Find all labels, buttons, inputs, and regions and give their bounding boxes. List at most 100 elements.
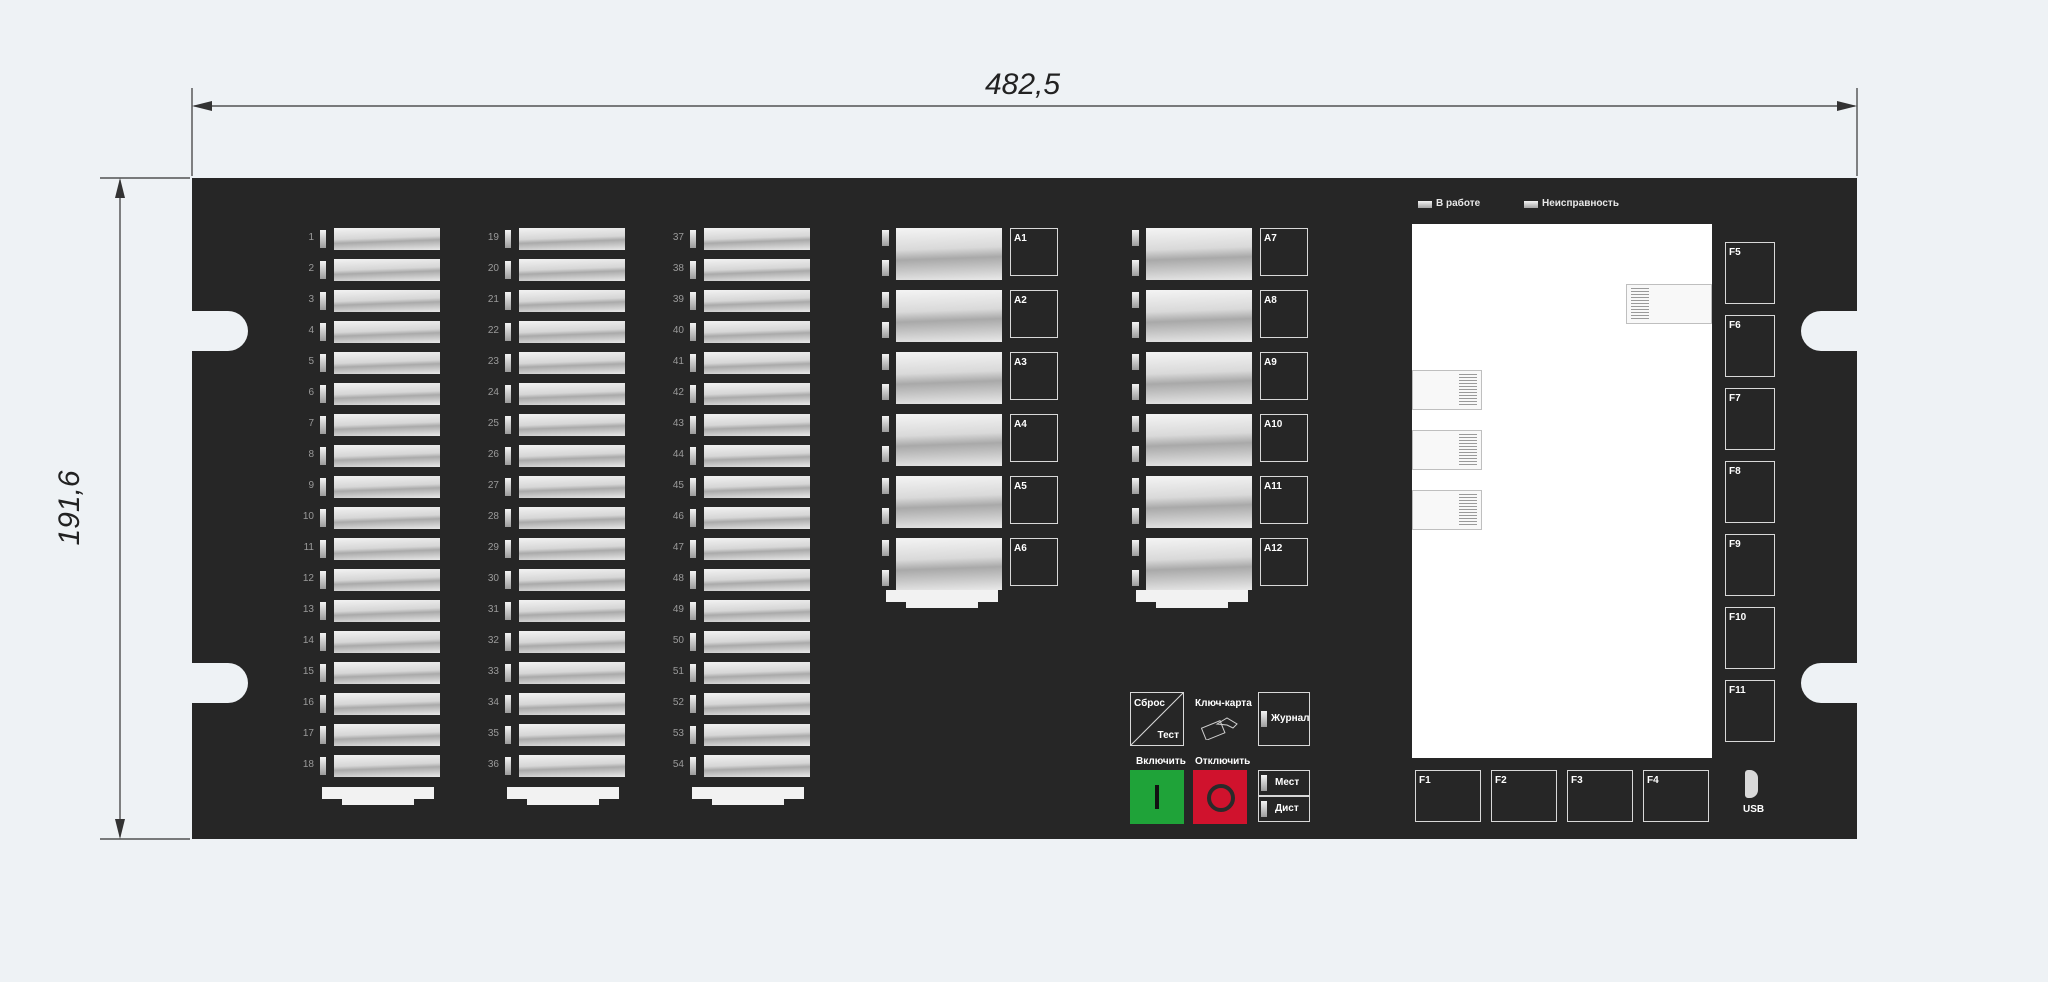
led-row: 50 <box>660 631 810 653</box>
indicator-led <box>320 292 326 310</box>
indicator-led <box>1132 540 1139 556</box>
function-button-label: F8 <box>1729 466 1741 477</box>
function-button-f10[interactable]: F10 <box>1725 607 1775 669</box>
indicator-led <box>882 416 889 432</box>
function-button-label: A4 <box>1014 419 1027 430</box>
led-row: 31 <box>475 600 625 622</box>
function-button-a9[interactable]: A9 <box>1260 352 1308 400</box>
label-strip <box>704 445 810 467</box>
ribbon-connector <box>1412 370 1482 410</box>
function-button-f6[interactable]: F6 <box>1725 315 1775 377</box>
function-button-a12[interactable]: A12 <box>1260 538 1308 586</box>
led-row: 51 <box>660 662 810 684</box>
function-button-a10[interactable]: A10 <box>1260 414 1308 462</box>
led-row: 49 <box>660 600 810 622</box>
mount-slot-bottom-right <box>1801 663 1857 703</box>
led-row: 5 <box>290 352 440 374</box>
led-number: 23 <box>487 356 499 367</box>
indicator-led <box>505 540 511 558</box>
indicator-led <box>505 292 511 310</box>
reset-label: Сброс <box>1134 698 1165 709</box>
indicator-led <box>505 757 511 775</box>
label-strip <box>704 383 810 405</box>
label-strip <box>334 600 440 622</box>
function-button-f7[interactable]: F7 <box>1725 388 1775 450</box>
function-button-f11[interactable]: F11 <box>1725 680 1775 742</box>
label-strip <box>334 662 440 684</box>
indicator-led <box>690 416 696 434</box>
running-status-label: В работе <box>1436 198 1481 209</box>
label-strip <box>704 662 810 684</box>
led-row: 19 <box>475 228 625 250</box>
label-strip <box>704 631 810 653</box>
remote-button[interactable]: Дист <box>1258 796 1310 822</box>
reset-test-button[interactable]: Сброс Тест <box>1130 692 1184 746</box>
label-strip <box>896 414 1002 466</box>
function-button-f8[interactable]: F8 <box>1725 461 1775 523</box>
led-number: 52 <box>672 697 684 708</box>
function-button-a5[interactable]: A5 <box>1010 476 1058 524</box>
function-button-f3[interactable]: F3 <box>1567 770 1633 822</box>
function-button-a2[interactable]: A2 <box>1010 290 1058 338</box>
led-number: 30 <box>487 573 499 584</box>
function-button-f4[interactable]: F4 <box>1643 770 1709 822</box>
journal-button[interactable]: Журнал <box>1258 692 1310 746</box>
function-button-f1[interactable]: F1 <box>1415 770 1481 822</box>
led-number: 2 <box>308 263 314 274</box>
label-strip <box>519 507 625 529</box>
label-strip <box>704 693 810 715</box>
function-button-f9[interactable]: F9 <box>1725 534 1775 596</box>
led-row: 38 <box>660 259 810 281</box>
led-number: 53 <box>672 728 684 739</box>
led-row: 15 <box>290 662 440 684</box>
function-button-f5[interactable]: F5 <box>1725 242 1775 304</box>
local-button[interactable]: Мест <box>1258 770 1310 796</box>
indicator-led <box>690 602 696 620</box>
function-button-f2[interactable]: F2 <box>1491 770 1557 822</box>
function-button-a11[interactable]: A11 <box>1260 476 1308 524</box>
function-button-a4[interactable]: A4 <box>1010 414 1058 462</box>
led-number: 18 <box>302 759 314 770</box>
switch-on-button[interactable] <box>1130 770 1184 824</box>
indicator-led <box>320 447 326 465</box>
led-row: 24 <box>475 383 625 405</box>
label-strip <box>704 507 810 529</box>
led-row: 52 <box>660 693 810 715</box>
indicator-led <box>690 757 696 775</box>
label-strip <box>896 352 1002 404</box>
function-button-label: F5 <box>1729 247 1741 258</box>
usb-port-icon[interactable] <box>1745 770 1758 798</box>
indicator-led <box>320 571 326 589</box>
function-button-a7[interactable]: A7 <box>1260 228 1308 276</box>
led-number: 40 <box>672 325 684 336</box>
indicator-led <box>882 260 889 276</box>
journal-label: Журнал <box>1271 713 1310 724</box>
label-strip <box>896 476 1002 528</box>
indicator-led <box>1132 416 1139 432</box>
label-tray <box>692 787 804 805</box>
label-strip <box>704 538 810 560</box>
led-row: 20 <box>475 259 625 281</box>
label-tray <box>886 590 998 608</box>
function-button-label: A10 <box>1264 419 1283 430</box>
label-strip <box>519 538 625 560</box>
function-button-a6[interactable]: A6 <box>1010 538 1058 586</box>
function-button-a3[interactable]: A3 <box>1010 352 1058 400</box>
led-number: 42 <box>672 387 684 398</box>
label-strip <box>519 755 625 777</box>
led-number: 9 <box>308 480 314 491</box>
led-row: 2 <box>290 259 440 281</box>
led-number: 17 <box>302 728 314 739</box>
test-label: Тест <box>1157 730 1180 741</box>
function-button-label: A9 <box>1264 357 1277 368</box>
width-dimension-label: 482,5 <box>985 68 1061 101</box>
function-button-a8[interactable]: A8 <box>1260 290 1308 338</box>
led-row: 30 <box>475 569 625 591</box>
indicator-led <box>1132 384 1139 400</box>
led-number: 5 <box>308 356 314 367</box>
switch-off-button[interactable] <box>1193 770 1247 824</box>
led-number: 21 <box>487 294 499 305</box>
indicator-led <box>690 323 696 341</box>
function-button-a1[interactable]: A1 <box>1010 228 1058 276</box>
indicator-led <box>1132 446 1139 462</box>
